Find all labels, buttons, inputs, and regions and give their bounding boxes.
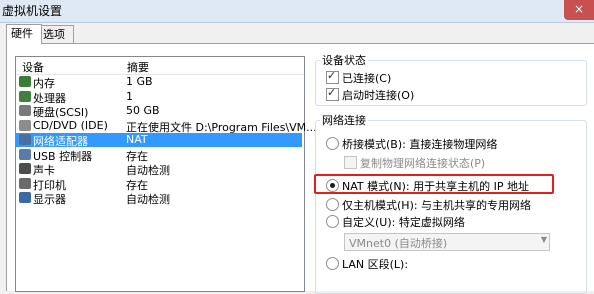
radio-icon	[326, 137, 339, 150]
sound-card-icon	[19, 163, 31, 174]
radio-icon	[326, 257, 339, 270]
device-summary: 1	[126, 89, 133, 103]
check-mark-icon: ✓	[327, 86, 337, 99]
column-header-device[interactable]: 设备	[22, 59, 44, 75]
tab-hardware[interactable]: 硬件	[6, 24, 42, 44]
device-row[interactable]: 处理器 1	[16, 89, 302, 105]
device-row[interactable]: 声卡 自动检测	[16, 162, 302, 177]
check-mark-icon: ✓	[327, 69, 337, 82]
device-row[interactable]: CD/DVD (IDE) 正在使用文件 D:\Program Files\VM..…	[16, 118, 317, 134]
custom-label: 自定义(U): 特定虚拟网络	[342, 216, 465, 229]
replicate-state-checkbox[interactable]: 复制物理网络连接状态(P)	[344, 155, 485, 171]
host-only-label: 仅主机模式(H): 与主机共享的专用网络	[342, 199, 532, 212]
network-adapter-icon	[19, 134, 31, 145]
connected-label: 已连接(C)	[342, 72, 392, 85]
connect-at-power-on-label: 启动时连接(O)	[342, 89, 415, 102]
cd-dvd-icon	[19, 119, 31, 131]
display-icon	[19, 192, 31, 203]
dropdown-arrow-icon: ▼	[540, 235, 547, 244]
processor-icon	[19, 90, 31, 102]
custom-network-value: VMnet0 (自动桥接)	[349, 237, 448, 250]
custom-network-select[interactable]: VMnet0 (自动桥接) ▼	[344, 233, 550, 251]
device-summary: 50 GB	[126, 104, 160, 117]
device-summary: 自动检测	[126, 193, 170, 206]
device-row[interactable]: 网络适配器 NAT	[16, 133, 302, 148]
device-row[interactable]: 显示器 自动检测	[16, 191, 302, 206]
close-button[interactable]: ×	[564, 0, 594, 20]
device-name: CD/DVD (IDE)	[33, 118, 108, 132]
custom-radio[interactable]: 自定义(U): 特定虚拟网络	[326, 214, 465, 230]
memory-icon	[19, 76, 31, 87]
checkbox-icon: ✓	[326, 86, 339, 101]
tab-options[interactable]: 选项	[38, 25, 74, 43]
close-icon: ×	[573, 2, 585, 16]
radio-icon	[326, 198, 339, 211]
title-bar: 虚拟机设置 ×	[0, 0, 594, 23]
connected-checkbox[interactable]: ✓ 已连接(C)	[326, 69, 392, 86]
device-name: 显示器	[33, 193, 66, 206]
device-summary: NAT	[126, 133, 148, 146]
hard-disk-icon	[19, 105, 31, 116]
bridged-radio[interactable]: 桥接模式(B): 直接连接物理网络	[326, 136, 497, 152]
annotation-highlight-box	[314, 174, 554, 194]
column-header-summary[interactable]: 摘要	[127, 59, 149, 75]
lan-segment-radio[interactable]: LAN 区段(L):	[326, 256, 408, 272]
checkbox-icon: ✓	[326, 69, 339, 84]
device-row[interactable]: 打印机 存在	[16, 177, 302, 192]
replicate-state-label: 复制物理网络连接状态(P)	[360, 157, 486, 170]
device-list-header: 设备 摘要	[16, 57, 304, 75]
device-row[interactable]: 内存 1 GB	[16, 75, 302, 90]
device-row[interactable]: USB 控制器 存在	[16, 148, 302, 163]
lan-segment-label: LAN 区段(L):	[342, 258, 409, 271]
device-row[interactable]: 硬盘(SCSI) 50 GB	[16, 104, 302, 119]
device-summary: 1 GB	[126, 75, 153, 88]
printer-icon	[19, 177, 31, 189]
device-list[interactable]: 设备 摘要 内存 1 GB 处理器 1 硬盘(SCSI) 50 GB CD/DVD (IDE…	[15, 56, 317, 292]
window-title: 虚拟机设置	[2, 4, 63, 18]
device-status-legend: 设备状态	[322, 54, 366, 67]
checkbox-icon	[344, 156, 357, 169]
usb-icon	[19, 148, 31, 160]
host-only-radio[interactable]: 仅主机模式(H): 与主机共享的专用网络	[326, 197, 531, 213]
bridged-label: 桥接模式(B): 直接连接物理网络	[342, 138, 498, 151]
connect-at-power-on-checkbox[interactable]: ✓ 启动时连接(O)	[326, 86, 415, 103]
radio-icon	[326, 215, 339, 228]
network-connection-legend: 网络连接	[322, 114, 366, 127]
